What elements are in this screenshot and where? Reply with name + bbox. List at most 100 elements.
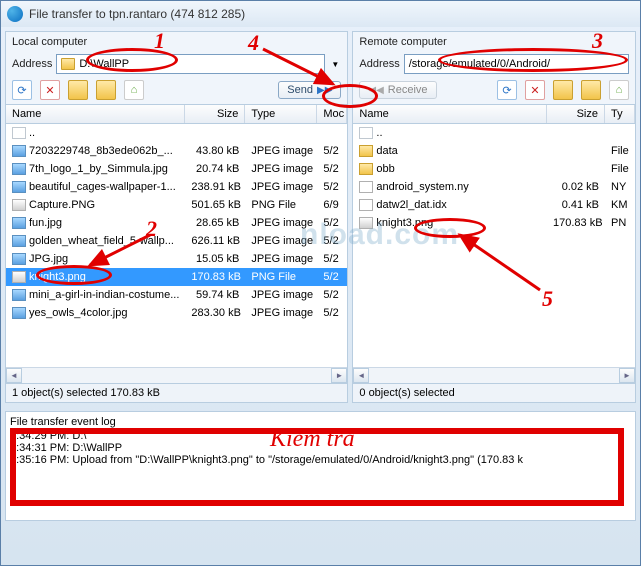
table-row[interactable]: obbFile: [353, 160, 635, 178]
refresh-button[interactable]: ⟳: [12, 80, 32, 100]
cell-mod: 5/2: [317, 163, 347, 175]
table-row[interactable]: ..: [353, 124, 635, 142]
cell-type: JPEG image: [245, 181, 317, 193]
cell-mod: 5/2: [317, 271, 347, 283]
cell-size: 626.11 kB: [185, 235, 245, 247]
table-row[interactable]: ..: [6, 124, 347, 142]
cell-mod: 5/2: [317, 181, 347, 193]
cell-type: File: [605, 145, 635, 157]
file-icon: [12, 217, 26, 229]
new-folder-button[interactable]: [553, 80, 573, 100]
file-icon: [12, 145, 26, 157]
window-title: File transfer to tpn.rantaro (474 812 28…: [29, 7, 245, 21]
annotation-arrow-4: [258, 44, 348, 94]
col-name[interactable]: Name: [353, 105, 547, 123]
cell-mod: 5/2: [317, 253, 347, 265]
scroll-right-icon[interactable]: ►: [619, 368, 635, 383]
cell-size: 59.74 kB: [185, 289, 245, 301]
table-row[interactable]: beautiful_cages-wallpaper-1...238.91 kBJ…: [6, 178, 347, 196]
table-row[interactable]: 7th_logo_1_by_Simmula.jpg20.74 kBJPEG im…: [6, 160, 347, 178]
cell-name: 7th_logo_1_by_Simmula.jpg: [6, 163, 185, 175]
file-icon: [359, 145, 373, 157]
file-icon: [12, 127, 26, 139]
file-icon: [12, 163, 26, 175]
cell-type: JPEG image: [245, 253, 317, 265]
file-icon: [359, 181, 373, 193]
table-row[interactable]: datw2l_dat.idx0.41 kBKM: [353, 196, 635, 214]
up-folder-button[interactable]: [581, 80, 601, 100]
annotation-kiemtra: Kiểm tra: [270, 426, 355, 453]
home-button[interactable]: ⌂: [609, 80, 629, 100]
cell-size: 238.91 kB: [185, 181, 245, 193]
table-row[interactable]: fun.jpg28.65 kBJPEG image5/2: [6, 214, 347, 232]
scroll-right-icon[interactable]: ►: [331, 368, 347, 383]
table-row[interactable]: golden_wheat_field_5-wallp...626.11 kBJP…: [6, 232, 347, 250]
new-folder-button[interactable]: [68, 80, 88, 100]
table-row[interactable]: android_system.ny0.02 kBNY: [353, 178, 635, 196]
local-list-header[interactable]: Name Size Type Moc: [6, 104, 347, 124]
cell-type: JPEG image: [245, 307, 317, 319]
local-status: 1 object(s) selected 170.83 kB: [6, 383, 347, 402]
cell-type: PNG File: [245, 271, 317, 283]
cell-name: beautiful_cages-wallpaper-1...: [6, 181, 185, 193]
cell-type: PN: [605, 217, 635, 229]
cell-name: obb: [353, 163, 547, 175]
file-icon: [12, 271, 26, 283]
scrollbar-horizontal[interactable]: ◄ ►: [6, 367, 347, 383]
cell-name: fun.jpg: [6, 217, 185, 229]
col-size[interactable]: Size: [185, 105, 245, 123]
remote-status: 0 object(s) selected: [353, 383, 635, 402]
cell-mod: 5/2: [317, 289, 347, 301]
col-name[interactable]: Name: [6, 105, 185, 123]
cell-name: android_system.ny: [353, 181, 547, 193]
remote-address-label: Address: [359, 58, 399, 70]
receive-label: Receive: [388, 84, 428, 96]
cell-size: 0.41 kB: [547, 199, 605, 211]
local-list[interactable]: .. 7203229748_8b3ede062b_...43.80 kBJPEG …: [6, 124, 347, 367]
cell-name: Capture.PNG: [6, 199, 185, 211]
file-icon: [359, 127, 373, 139]
up-folder-button[interactable]: [96, 80, 116, 100]
cell-name: ..: [6, 127, 185, 139]
titlebar[interactable]: File transfer to tpn.rantaro (474 812 28…: [1, 1, 640, 27]
home-button[interactable]: ⌂: [124, 80, 144, 100]
table-row[interactable]: yes_owls_4color.jpg283.30 kBJPEG image5/…: [6, 304, 347, 322]
cell-name: data: [353, 145, 547, 157]
file-icon: [12, 235, 26, 247]
local-address-label: Address: [12, 58, 52, 70]
file-icon: [12, 181, 26, 193]
cell-name: mini_a-girl-in-indian-costume...: [6, 289, 185, 301]
cell-mod: 5/2: [317, 145, 347, 157]
annotation-arrow-2: [80, 230, 160, 270]
remote-panel: Remote computer Address /storage/emulate…: [352, 31, 636, 403]
file-icon: [12, 307, 26, 319]
cell-type: JPEG image: [245, 163, 317, 175]
delete-button[interactable]: ✕: [525, 80, 545, 100]
scroll-left-icon[interactable]: ◄: [353, 368, 369, 383]
table-row[interactable]: Capture.PNG501.65 kBPNG File6/9: [6, 196, 347, 214]
folder-icon: [61, 58, 75, 70]
cell-size: 501.65 kB: [185, 199, 245, 211]
col-type[interactable]: Type: [245, 105, 317, 123]
scrollbar-horizontal[interactable]: ◄ ►: [353, 367, 635, 383]
cell-size: 283.30 kB: [185, 307, 245, 319]
cell-size: 28.65 kB: [185, 217, 245, 229]
annotation-num-1: 1: [154, 28, 165, 54]
refresh-button[interactable]: ⟳: [497, 80, 517, 100]
col-type[interactable]: Ty: [605, 105, 635, 123]
table-row[interactable]: data File: [353, 142, 635, 160]
file-icon: [12, 199, 26, 211]
table-row[interactable]: 7203229748_8b3ede062b_...43.80 kBJPEG im…: [6, 142, 347, 160]
cell-name: ..: [353, 127, 547, 139]
scroll-left-icon[interactable]: ◄: [6, 368, 22, 383]
table-row[interactable]: mini_a-girl-in-indian-costume...59.74 kB…: [6, 286, 347, 304]
cell-mod: 5/2: [317, 307, 347, 319]
delete-button[interactable]: ✕: [40, 80, 60, 100]
cell-size: 170.83 kB: [185, 271, 245, 283]
file-icon: [359, 163, 373, 175]
remote-list-header[interactable]: Name Size Ty: [353, 104, 635, 124]
cell-name: yes_owls_4color.jpg: [6, 307, 185, 319]
cell-type: KM: [605, 199, 635, 211]
col-size[interactable]: Size: [547, 105, 605, 123]
cell-type: JPEG image: [245, 145, 317, 157]
